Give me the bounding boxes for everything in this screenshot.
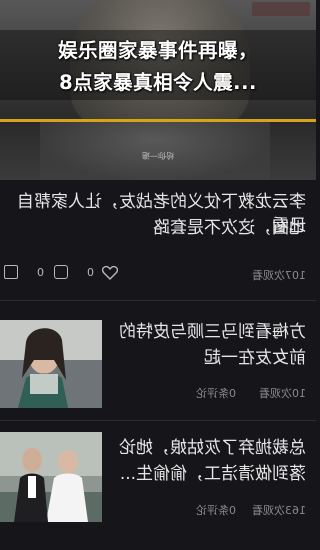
video-subtitle: 给你一遍 <box>142 151 174 160</box>
article-1-views: 107次观看 <box>252 269 306 282</box>
headline-line-1: 娱乐圈家暴事件再曝， <box>57 39 258 62</box>
feed-divider <box>0 300 316 301</box>
video-player[interactable]: 娱乐圈家暴事件再曝， 8点家暴真相令人震... <box>0 0 316 120</box>
article-3-title-line-2: 落到做清洁工，偷偷生... <box>119 464 306 484</box>
share-icon[interactable] <box>4 265 18 279</box>
article-2-title-line-1: 方梅看到马三顺与皮特的 <box>119 322 306 342</box>
article-2-comments: 0条评论 <box>196 387 236 400</box>
article-3-title-line-1: 总裁抛弃了灰姑娘，她论 <box>119 438 306 458</box>
article-3-thumbnail[interactable] <box>0 432 102 522</box>
channel-watermark <box>252 2 310 16</box>
article-2-thumbnail[interactable] <box>0 320 102 408</box>
comment-icon[interactable] <box>54 265 68 279</box>
feed-divider <box>0 420 316 421</box>
comment-count: 0 <box>37 266 44 279</box>
article-3-views: 163次观看 <box>252 504 306 517</box>
news-feed: 李云龙救下仗义的老战友，让人家帮自己看 地图，这次不是套路 107次观看 0 0… <box>0 180 316 550</box>
like-count: 0 <box>87 266 94 279</box>
article-1-title-line-2: 地图，这次不是套路 <box>153 218 306 238</box>
article-3-comments: 0条评论 <box>196 504 236 517</box>
like-icon[interactable] <box>102 265 118 280</box>
article-2-views: 10次观看 <box>259 387 306 400</box>
headline-line-2: 8点家暴真相令人震... <box>59 71 257 94</box>
article-2-title-line-2: 前女友在一起 <box>204 348 306 368</box>
